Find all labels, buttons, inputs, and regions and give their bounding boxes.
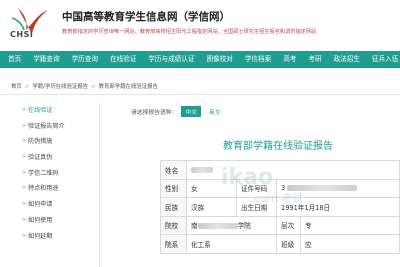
nav-item-archive[interactable]: 学信档案 [239, 51, 277, 68]
school-label: 院校 [160, 215, 187, 235]
school-suffix: 学院 [237, 222, 251, 231]
chevron-right-icon: > [22, 232, 27, 239]
sidebar-item-label: 如何延期 [28, 232, 53, 240]
dob-value: 1991年1月18日 [276, 197, 400, 217]
sidebar: > 在线验证 > 验证报告简介 > 防伪措施 > 验证真伪 > 学信二维码 > … [0, 103, 100, 267]
sidebar-item-online-verify[interactable]: > 在线验证 [0, 103, 99, 119]
nav-item-conscription[interactable]: 征兵入伍 [366, 51, 400, 68]
dob-label: 出生日期 [236, 197, 277, 217]
sidebar-item-how-to-apply[interactable]: > 如何申请 [0, 197, 99, 213]
language-prompt: 请选择报告语种： [131, 110, 178, 116]
breadcrumb-current: 教育部学籍在线验证报告 [98, 84, 158, 90]
table-row: 民族 汉族 出生日期 1991年1月18日 [160, 197, 400, 217]
lang-chinese-button[interactable]: 中文 [181, 106, 201, 117]
redacted-name [191, 166, 213, 173]
gender-value: 女 [186, 178, 237, 198]
sidebar-item-label: 如何使用 [28, 216, 53, 224]
nav-item-kaoyan[interactable]: 考研 [302, 51, 327, 68]
nav-item-certification[interactable]: 学历与成绩认证 [142, 51, 200, 68]
sidebar-item-report-intro[interactable]: > 验证报告简介 [0, 119, 99, 135]
chevron-right-icon: > [22, 201, 27, 208]
nav-item-image-check[interactable]: 图像校对 [200, 51, 238, 68]
id-label: 证件号码 [236, 178, 277, 198]
sidebar-item-how-to-extend[interactable]: > 如何延期 [0, 229, 99, 245]
school-value: 南 学院 [186, 215, 277, 235]
sidebar-item-how-to-use[interactable]: > 如何使用 [0, 213, 99, 229]
main-nav: 首页 学籍查询 学历查询 在线验证 学历与成绩认证 图像校对 学信档案 高考 考… [0, 51, 400, 68]
chevron-right-icon: > [22, 138, 27, 145]
breadcrumb-separator: > [91, 84, 96, 90]
report-table: 姓名 性别 女 证件号码 3 民族 汉族 出生日期 1991年1月18日 院校 … [160, 160, 400, 254]
name-value [186, 160, 400, 180]
site-title: 中国高等教育学生信息网（学信网） [62, 11, 230, 23]
breadcrumb-report[interactable]: 学籍/学历在线验证报告 [32, 84, 88, 90]
site-subtitle: 教育部指定的学历查询唯一网站，教育部高校招生阳光工程指定网站，全国硕士研究生招生… [62, 29, 317, 35]
level-label: 层次 [276, 215, 301, 235]
nav-item-gaokao[interactable]: 高考 [277, 51, 302, 68]
nav-item-enrollment-query[interactable]: 学籍查询 [27, 51, 65, 68]
breadcrumb: 首页 > 学籍/学历在线验证报告 > 教育部学籍在线验证报告 [0, 81, 400, 95]
sidebar-item-label: 特点和用途 [28, 185, 59, 193]
sidebar-item-anti-fake[interactable]: > 防伪措施 [0, 134, 99, 150]
chevron-right-icon: > [22, 216, 27, 223]
class-label: 班级 [276, 234, 301, 254]
site-header: CHSI 中国高等教育学生信息网（学信网） 教育部指定的学历查询唯一网站，教育部… [0, 0, 400, 47]
table-row: 院系 化工系 班级 应 [160, 234, 400, 254]
dept-label: 院系 [160, 234, 187, 254]
dept-value: 化工系 [186, 234, 277, 254]
main-content: 请选择报告语种： 中文 英文 教育部学籍在线验证报告 姓名 性别 女 证件号码 … [101, 103, 400, 267]
nav-item-home[interactable]: 首页 [0, 51, 27, 68]
name-label: 姓名 [160, 160, 187, 180]
chevron-right-icon: > [22, 185, 27, 192]
ethnicity-value: 汉族 [186, 197, 237, 217]
level-value: 专 [300, 215, 400, 235]
chevron-right-icon: > [22, 107, 27, 113]
chevron-right-icon: > [22, 122, 27, 129]
table-row: 性别 女 证件号码 3 [160, 178, 400, 198]
sidebar-item-label: 学信二维码 [28, 169, 59, 177]
id-value: 3 [276, 178, 400, 198]
breadcrumb-separator: > [24, 84, 30, 90]
sidebar-item-label: 验证报告简介 [28, 122, 65, 130]
table-row: 姓名 [160, 160, 400, 180]
redacted-id [287, 185, 358, 192]
sidebar-item-label: 防伪措施 [28, 138, 53, 146]
id-value-text: 3 [281, 184, 286, 193]
report-title: 教育部学籍在线验证报告 [223, 141, 333, 152]
sidebar-item-label: 验证真伪 [28, 154, 53, 162]
sidebar-item-label: 如何申请 [28, 201, 53, 209]
redacted-school [197, 223, 238, 230]
chevron-right-icon: > [22, 154, 27, 161]
sidebar-item-qrcode[interactable]: > 学信二维码 [0, 166, 99, 182]
chevron-right-icon: > [22, 169, 27, 176]
chsi-logo[interactable]: CHSI [4, 4, 56, 44]
school-prefix: 南 [191, 222, 198, 231]
lang-english-button[interactable]: 英文 [205, 106, 225, 117]
ethnicity-label: 民族 [160, 197, 187, 217]
nav-item-law-enrollment[interactable]: 政法招生 [328, 51, 366, 68]
sidebar-item-verify-authenticity[interactable]: > 验证真伪 [0, 150, 99, 166]
gender-label: 性别 [160, 178, 187, 198]
sidebar-item-label: 在线验证 [28, 107, 53, 114]
logo-text: CHSI [10, 30, 34, 39]
class-value: 应 [300, 234, 400, 254]
nav-item-degree-query[interactable]: 学历查询 [66, 51, 104, 68]
nav-item-online-verify[interactable]: 在线验证 [104, 51, 142, 68]
language-selector: 请选择报告语种： 中文 英文 [131, 106, 225, 117]
breadcrumb-home[interactable]: 首页 [11, 84, 22, 90]
sidebar-item-features[interactable]: > 特点和用途 [0, 181, 99, 197]
table-row: 院校 南 学院 层次 专 [160, 215, 400, 235]
